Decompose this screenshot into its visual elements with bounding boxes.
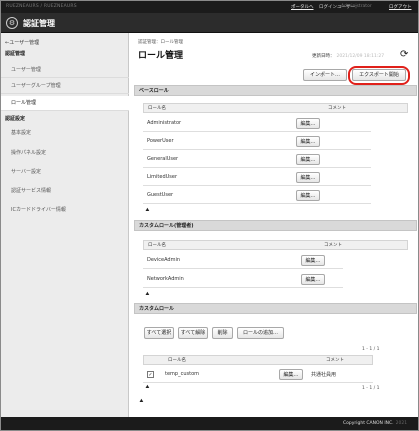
import-button[interactable]: インポート… bbox=[303, 69, 347, 81]
sidebar-item-user-management[interactable]: ユーザー管理 bbox=[1, 63, 129, 78]
main-content: 認証管理：ロール管理 ロール管理 更新日時： 2021/12/09 18:11:2… bbox=[130, 33, 418, 417]
edit-button[interactable]: 編集… bbox=[296, 136, 320, 147]
device-name: RUEZNEAURS / RUEZNEAURS bbox=[6, 4, 77, 9]
collapse-icon[interactable]: ⯅ bbox=[145, 291, 150, 299]
edit-button[interactable]: 編集… bbox=[296, 172, 320, 183]
breadcrumb: 認証管理：ロール管理 bbox=[138, 40, 183, 45]
role-name: Administrator bbox=[147, 120, 182, 126]
top-bar: RUEZNEAURS / RUEZNEAURS ポータルへ ログインユーザー： … bbox=[1, 1, 418, 13]
sidebar-item-role-management[interactable]: ロール管理 bbox=[1, 96, 129, 111]
col-role-name: ロール名 bbox=[168, 358, 186, 363]
role-name: GuestUser bbox=[147, 192, 174, 198]
delete-button[interactable]: 削除 bbox=[212, 327, 233, 339]
sidebar-section-auth-management: 認証管理 bbox=[5, 51, 26, 57]
clear-all-button[interactable]: すべて解除 bbox=[178, 327, 208, 339]
role-name: LimitedUser bbox=[147, 174, 178, 180]
table-row: ✓ temp_custom 編集… 共通社員用 bbox=[143, 366, 373, 383]
custom-roles-section-header: カスタムロール bbox=[134, 303, 417, 314]
custom-admin-roles-table-header: ロール名 コメント bbox=[143, 240, 408, 250]
col-comment: コメント bbox=[328, 106, 346, 111]
collapse-icon[interactable]: ⯅ bbox=[145, 207, 150, 215]
table-row: Administrator 編集… bbox=[143, 115, 371, 132]
collapse-icon[interactable]: ⯅ bbox=[139, 398, 144, 406]
portal-link[interactable]: ポータルへ bbox=[291, 4, 314, 10]
role-name: DeviceAdmin bbox=[147, 257, 181, 263]
sidebar-item-ic-card-driver-info[interactable]: ICカードドライバー情報 bbox=[1, 203, 129, 218]
sidebar-back-link[interactable]: ←ユーザー管理 bbox=[5, 39, 39, 46]
role-name: PowerUser bbox=[147, 138, 174, 144]
edit-button[interactable]: 編集… bbox=[296, 118, 320, 129]
copyright-year: 2021 bbox=[395, 421, 408, 426]
page-title: ロール管理 bbox=[138, 51, 184, 61]
login-user-name: Administrator bbox=[341, 4, 372, 9]
custom-admin-roles-section-header: カスタムロール(管理者) bbox=[134, 220, 417, 231]
footer: Copyright CANON INC. 2021 bbox=[1, 417, 418, 430]
edit-button[interactable]: 編集… bbox=[279, 369, 303, 380]
custom-roles-table-header: ロール名 コメント bbox=[143, 355, 373, 365]
sidebar-item-basic-settings[interactable]: 基本設定 bbox=[1, 126, 129, 141]
updated-timestamp: 更新日時： 2021/12/09 18:11:27 bbox=[312, 53, 384, 59]
col-role-name: ロール名 bbox=[148, 106, 166, 111]
select-all-button[interactable]: すべて選択 bbox=[144, 327, 174, 339]
logout-link[interactable]: ログアウト bbox=[389, 4, 412, 10]
copyright: Copyright CANON INC. 2021 bbox=[343, 421, 407, 426]
edit-button[interactable]: 編集… bbox=[301, 255, 325, 266]
refresh-icon[interactable]: ⟳ bbox=[400, 49, 408, 60]
row-checkbox[interactable]: ✓ bbox=[147, 371, 154, 378]
updated-label: 更新日時： bbox=[312, 54, 335, 59]
sidebar-item-server-settings[interactable]: サーバー設定 bbox=[1, 165, 129, 180]
add-role-button[interactable]: ロールの追加… bbox=[237, 327, 284, 339]
collapse-icon[interactable]: ⯅ bbox=[145, 384, 150, 392]
sidebar: ←ユーザー管理 認証管理 ユーザー管理 ユーザーグループ管理 ロール管理 認証設… bbox=[1, 33, 129, 417]
updated-value: 2021/12/09 18:11:27 bbox=[336, 54, 385, 59]
table-row: PowerUser 編集… bbox=[143, 133, 371, 150]
role-name: NetworkAdmin bbox=[147, 276, 184, 282]
copyright-text: Copyright CANON INC. bbox=[343, 421, 394, 426]
sidebar-item-user-group-management[interactable]: ユーザーグループ管理 bbox=[1, 79, 129, 94]
table-row: GuestUser 編集… bbox=[143, 187, 371, 204]
role-name: temp_custom bbox=[165, 371, 199, 377]
pager-top: 1 - 1 / 1 bbox=[362, 347, 380, 352]
sidebar-item-auth-service-info[interactable]: 認証サービス情報 bbox=[1, 184, 129, 199]
role-comment: 共通社員用 bbox=[311, 372, 337, 378]
edit-button[interactable]: 編集… bbox=[296, 190, 320, 201]
role-name: GeneralUser bbox=[147, 156, 179, 162]
edit-button[interactable]: 編集… bbox=[301, 274, 325, 285]
base-roles-section-header: ベースロール bbox=[134, 85, 417, 96]
app-title: 認証管理 bbox=[23, 19, 55, 28]
page: RUEZNEAURS / RUEZNEAURS ポータルへ ログインユーザー： … bbox=[0, 0, 419, 431]
col-comment: コメント bbox=[324, 243, 342, 248]
table-row: GeneralUser 編集… bbox=[143, 151, 371, 168]
table-row: LimitedUser 編集… bbox=[143, 169, 371, 186]
export-start-button[interactable]: エクスポート開始 bbox=[352, 69, 406, 81]
table-row: NetworkAdmin 編集… bbox=[143, 271, 343, 288]
base-roles-table-header: ロール名 コメント bbox=[143, 103, 408, 113]
app-logo-icon: ⚙ bbox=[6, 17, 18, 29]
edit-button[interactable]: 編集… bbox=[296, 154, 320, 165]
pager-bottom: 1 - 1 / 1 bbox=[362, 386, 380, 391]
sidebar-item-panel-settings[interactable]: 操作パネル設定 bbox=[1, 146, 129, 161]
title-bar: ⚙ 認証管理 bbox=[1, 13, 418, 33]
col-comment: コメント bbox=[326, 358, 344, 363]
table-row: DeviceAdmin 編集… bbox=[143, 252, 343, 269]
col-role-name: ロール名 bbox=[148, 243, 166, 248]
sidebar-section-auth-settings: 認証設定 bbox=[5, 116, 26, 122]
